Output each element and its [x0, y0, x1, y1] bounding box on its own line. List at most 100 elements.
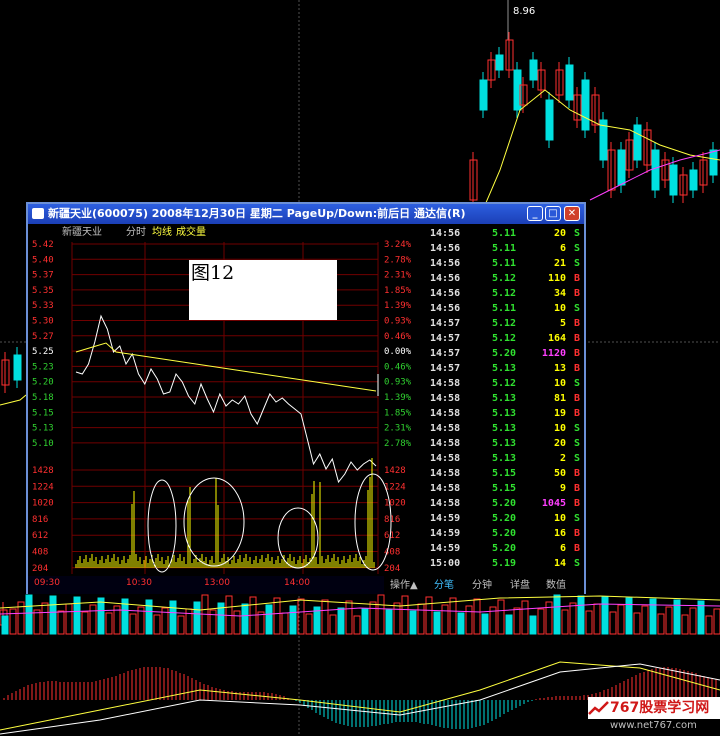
figure-label: 图12	[189, 260, 337, 320]
tick-price: 5.20	[492, 543, 517, 554]
volume-column	[57, 610, 65, 635]
volume-column	[281, 612, 289, 635]
tick-row: 14:56 5.11 20 S	[428, 226, 584, 241]
volume-column	[505, 614, 513, 635]
volume-column	[105, 612, 113, 635]
tick-time: 14:58	[430, 498, 461, 509]
tick-price: 5.13	[492, 438, 517, 449]
volume-column	[569, 602, 577, 635]
price-tick: 5.23	[32, 362, 54, 372]
volume-column	[369, 601, 377, 635]
minimize-button[interactable]: _	[527, 206, 543, 221]
price-tick: 5.27	[32, 332, 54, 342]
price-tick: 5.13	[32, 424, 54, 434]
tick-time: 14:58	[430, 393, 461, 404]
price-tick: 5.25	[32, 347, 54, 357]
tick-price: 5.15	[492, 483, 517, 494]
tick-flag: B	[573, 363, 580, 374]
volume-column	[441, 604, 449, 635]
volume-column	[409, 610, 417, 635]
volume-column	[465, 605, 473, 635]
tick-row: 14:58 5.13 20 S	[428, 436, 584, 451]
time-tick: 10:30	[126, 578, 152, 588]
vol-tick: 816	[32, 515, 48, 525]
volume-column	[345, 600, 353, 635]
vol-tick: 204	[384, 564, 400, 574]
volume-column	[289, 605, 297, 635]
volume-column	[529, 615, 537, 635]
tick-price: 5.11	[492, 258, 517, 269]
close-button[interactable]: ✕	[564, 206, 580, 221]
tab-minutes[interactable]: 分钟	[472, 578, 492, 594]
tick-vol: 10	[553, 423, 566, 434]
tick-vol: 20	[553, 228, 566, 239]
tick-time: 14:57	[430, 363, 461, 374]
vol-tick: 816	[384, 515, 400, 525]
volume-column	[473, 598, 481, 635]
volume-column	[657, 613, 665, 635]
volume-column	[649, 598, 657, 635]
pct-tick: 1.39%	[384, 301, 412, 311]
tab-detail[interactable]: 详盘	[510, 578, 530, 594]
volume-column	[585, 610, 593, 635]
tab-operate[interactable]: 操作▲	[390, 578, 418, 594]
candle-body	[581, 79, 590, 131]
volume-column	[689, 607, 697, 635]
tick-vol: 5	[559, 318, 566, 329]
tick-vol: 1045	[541, 498, 566, 509]
intraday-window[interactable]: 新疆天业(600075) 2008年12月30日 星期二 PageUp/Down…	[26, 202, 586, 594]
tick-vol: 9	[559, 483, 566, 494]
volume-column	[593, 603, 601, 635]
time-tick: 09:30	[34, 578, 60, 588]
candle-body	[545, 99, 554, 141]
volume-column	[353, 615, 361, 635]
candle-body	[689, 169, 698, 191]
volume-column	[25, 594, 33, 635]
vol-tick: 1428	[32, 466, 54, 476]
maximize-button[interactable]: □	[545, 206, 561, 221]
volume-column	[265, 604, 273, 635]
window-title: 新疆天业(600075) 2008年12月30日 星期二 PageUp/Down…	[48, 207, 466, 220]
volume-column	[665, 606, 673, 635]
window-titlebar[interactable]: 新疆天业(600075) 2008年12月30日 星期二 PageUp/Down…	[28, 204, 584, 224]
tick-flag: B	[573, 318, 580, 329]
candle-body	[709, 149, 718, 176]
tick-time: 14:59	[430, 513, 461, 524]
pct-tick: 0.46%	[384, 362, 412, 372]
volume-column	[433, 611, 441, 635]
tab-values[interactable]: 数值	[546, 578, 566, 594]
tick-price: 5.12	[492, 288, 517, 299]
watermark-url: www.net767.com	[610, 720, 697, 731]
tick-time: 14:56	[430, 303, 461, 314]
volume-column	[89, 604, 97, 635]
volume-column	[49, 595, 57, 635]
candle-body	[529, 59, 538, 81]
volume-column	[417, 603, 425, 635]
volume-column	[393, 602, 401, 635]
vol-tick: 1020	[32, 499, 54, 509]
tick-row: 14:58 5.13 19 B	[428, 406, 584, 421]
volume-column	[305, 613, 313, 635]
tick-flag: B	[573, 528, 580, 539]
pct-tick: 3.24%	[384, 240, 412, 250]
tab-bar: 操作▲ 分笔 分钟 详盘 数值	[384, 578, 584, 594]
pct-tick: 2.31%	[384, 271, 412, 281]
tick-flag: B	[573, 333, 580, 344]
tick-vol: 10	[553, 513, 566, 524]
candle-body	[479, 79, 488, 111]
tick-price: 5.20	[492, 528, 517, 539]
tick-price: 5.12	[492, 273, 517, 284]
tick-vol: 110	[547, 273, 566, 284]
ma-line	[0, 394, 27, 406]
tick-vol: 50	[553, 468, 566, 479]
tick-price: 5.20	[492, 498, 517, 509]
tick-time: 14:56	[430, 258, 461, 269]
tick-flag: B	[573, 408, 580, 419]
tick-vol: 19	[553, 408, 566, 419]
tab-ticks[interactable]: 分笔	[434, 578, 454, 594]
tick-list[interactable]: 14:56 5.11 20 S 14:56 5.11 6 S 14:56 5.11 21 S 14:56…	[428, 224, 584, 576]
watermark-text: 767股票学习网	[610, 700, 710, 716]
tick-price: 5.20	[492, 348, 517, 359]
candle-body	[495, 54, 504, 71]
price-tick: 5.33	[32, 301, 54, 311]
